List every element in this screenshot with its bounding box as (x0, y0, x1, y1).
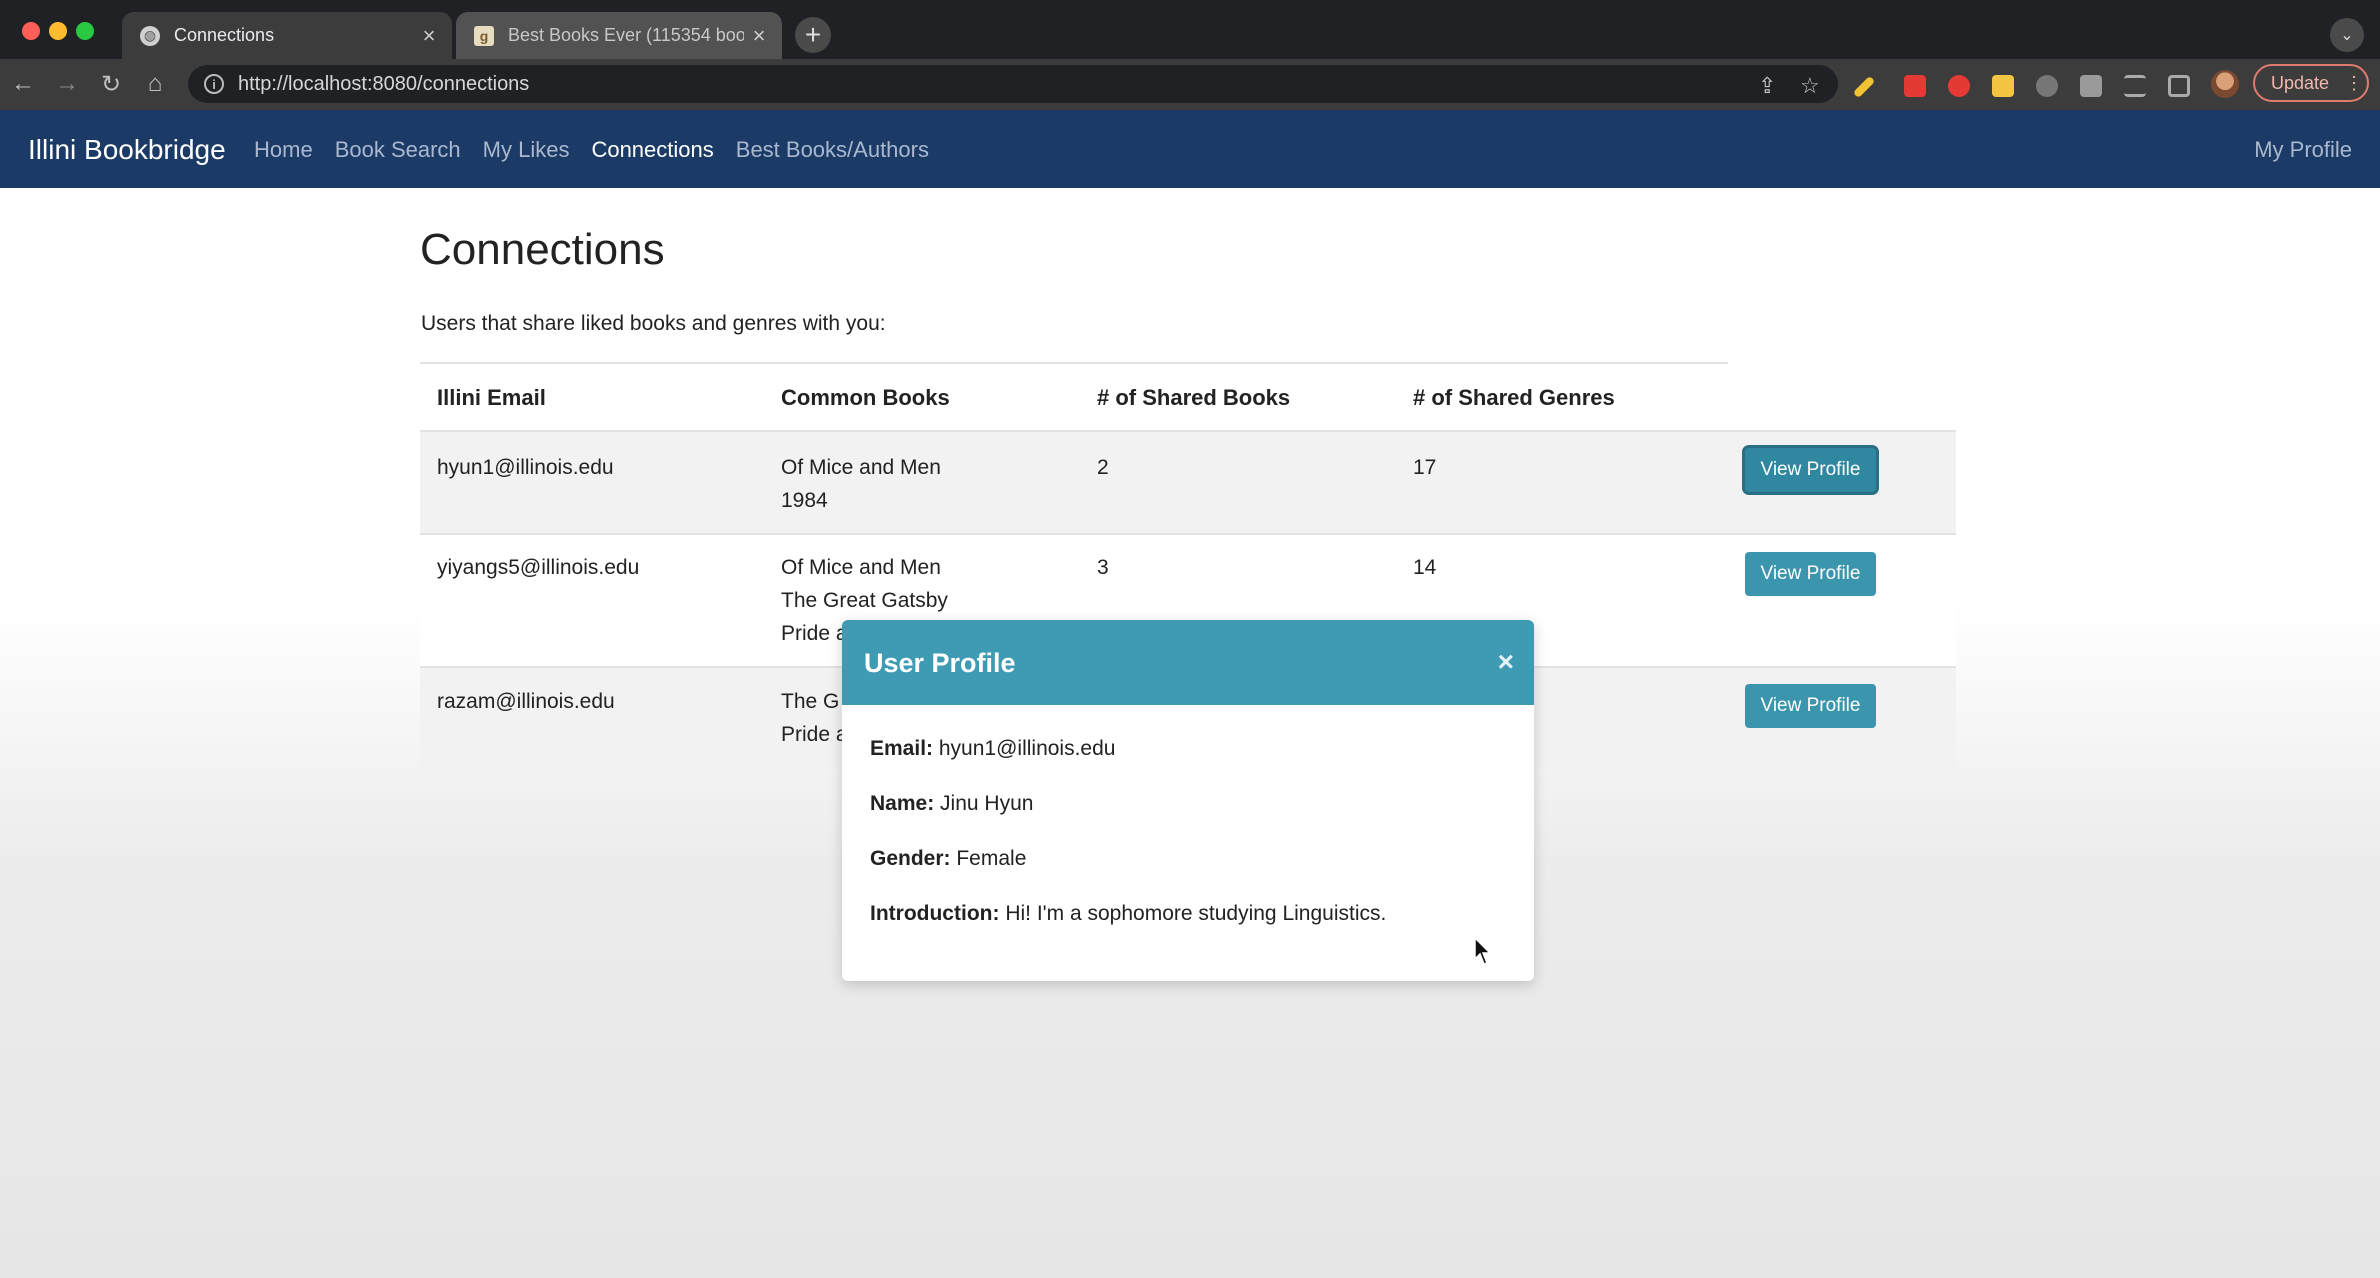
book-title: The G (781, 690, 840, 713)
maximize-window-button[interactable] (76, 22, 94, 40)
close-tab-icon[interactable]: × (744, 23, 774, 49)
field-label: Introduction: (870, 902, 1000, 925)
field-label: Gender: (870, 847, 951, 870)
info-icon[interactable]: i (204, 74, 224, 94)
more-menu-icon[interactable]: ⋮ (2345, 73, 2363, 94)
row-email: razam@illinois.edu (437, 690, 615, 713)
mouse-cursor-icon (1474, 937, 1492, 965)
goodreads-icon: g (474, 25, 494, 46)
book-title: Of Mice and Men (781, 456, 941, 479)
page-title: Connections (420, 225, 665, 274)
view-profile-button[interactable]: View Profile (1745, 552, 1876, 596)
field-value: Jinu Hyun (940, 792, 1034, 815)
pencil-extension-icon[interactable] (1852, 75, 1876, 99)
video-extension-icon[interactable] (1904, 75, 1926, 97)
tab-title: Connections (174, 25, 275, 45)
row-shared-books: 3 (1097, 556, 1109, 579)
profile-email: Email: hyun1@illinois.edu (870, 737, 1115, 761)
row-common-books: The G Pride a (781, 685, 848, 751)
page-subtitle: Users that share liked books and genres … (421, 312, 886, 335)
puzzle-extensions-icon[interactable] (2080, 75, 2102, 97)
note-extension-icon[interactable] (1992, 75, 2014, 97)
side-panel-icon[interactable] (2168, 75, 2190, 97)
nav-my-profile[interactable]: My Profile (2254, 137, 2352, 163)
bug-extension-icon[interactable] (2036, 75, 2058, 97)
header-shared-genres: # of Shared Genres (1413, 385, 1615, 410)
reading-list-icon[interactable] (2124, 75, 2146, 97)
reload-icon[interactable]: ↻ (96, 69, 126, 99)
new-tab-button[interactable]: + (795, 17, 831, 53)
row-email: yiyangs5@illinois.edu (437, 556, 640, 579)
header-illini-email: Illini Email (437, 385, 546, 410)
profile-name: Name: Jinu Hyun (870, 792, 1033, 816)
profile-avatar[interactable] (2211, 70, 2239, 98)
field-value: Female (956, 847, 1027, 870)
nav-connections[interactable]: Connections (591, 137, 713, 163)
field-value: hyun1@illinois.edu (938, 737, 1116, 760)
book-title: Of Mice and Men (781, 556, 941, 579)
row-common-books: Of Mice and Men 1984 (781, 451, 941, 517)
nav-links: Home Book Search My Likes Connections Be… (254, 137, 929, 163)
field-value: Hi! I'm a sophomore studying Linguistics… (1005, 902, 1387, 925)
share-icon[interactable]: ⇪ (1758, 73, 1776, 99)
nav-best-books-authors[interactable]: Best Books/Authors (736, 137, 929, 163)
minimize-window-button[interactable] (49, 22, 67, 40)
home-icon[interactable]: ⌂ (140, 69, 170, 99)
book-title: 1984 (781, 489, 828, 512)
tab-title: Best Books Ever (115354 book (508, 25, 744, 45)
nav-home[interactable]: Home (254, 137, 313, 163)
modal-header: User Profile × (842, 620, 1534, 705)
user-profile-modal: User Profile × Email: hyun1@illinois.edu… (842, 620, 1534, 981)
view-profile-button[interactable]: View Profile (1745, 448, 1876, 492)
profile-introduction: Introduction: Hi! I'm a sophomore studyi… (870, 902, 1386, 926)
row-shared-books: 2 (1097, 456, 1109, 479)
book-title: Pride a (781, 723, 848, 746)
update-button[interactable]: Update ⋮ (2253, 64, 2369, 102)
book-title: The Great Gatsby (781, 589, 948, 612)
forward-icon[interactable]: → (52, 69, 82, 99)
tab-search-icon[interactable]: ⌄ (2330, 18, 2364, 52)
globe-icon: ◍ (140, 25, 160, 46)
browser-tab-best-books[interactable]: g Best Books Ever (115354 book × (456, 12, 782, 59)
nav-my-likes[interactable]: My Likes (483, 137, 570, 163)
brand-logo[interactable]: Illini Bookbridge (28, 134, 226, 166)
bookmark-star-icon[interactable]: ☆ (1800, 73, 1820, 99)
browser-tab-bar: ◍ Connections × g Best Books Ever (11535… (0, 0, 2380, 59)
table-row: hyun1@illinois.edu Of Mice and Men 1984 … (420, 430, 1956, 533)
view-profile-button[interactable]: View Profile (1745, 684, 1876, 728)
row-shared-genres: 14 (1413, 556, 1437, 579)
close-tab-icon[interactable]: × (414, 23, 444, 49)
nav-book-search[interactable]: Book Search (335, 137, 461, 163)
opera-extension-icon[interactable] (1948, 75, 1970, 97)
row-shared-genres: 17 (1413, 456, 1437, 479)
modal-title: User Profile (864, 648, 1016, 678)
close-icon[interactable]: × (1498, 646, 1514, 678)
app-navbar: Illini Bookbridge Home Book Search My Li… (0, 110, 2380, 188)
browser-tab-connections[interactable]: ◍ Connections × (122, 12, 452, 59)
back-icon[interactable]: ← (8, 69, 38, 99)
field-label: Email: (870, 737, 934, 760)
header-shared-books: # of Shared Books (1097, 385, 1291, 410)
profile-gender: Gender: Female (870, 847, 1026, 871)
field-label: Name: (870, 792, 935, 815)
url-text: http://localhost:8080/connections (238, 72, 530, 95)
update-label: Update (2271, 72, 2330, 93)
header-common-books: Common Books (781, 385, 950, 410)
address-bar[interactable]: i http://localhost:8080/connections ⇪ ☆ (188, 65, 1838, 103)
row-email: hyun1@illinois.edu (437, 456, 614, 479)
browser-toolbar: ← → ↻ ⌂ i http://localhost:8080/connecti… (0, 59, 2380, 110)
table-top-border (420, 362, 1728, 364)
close-window-button[interactable] (22, 22, 40, 40)
